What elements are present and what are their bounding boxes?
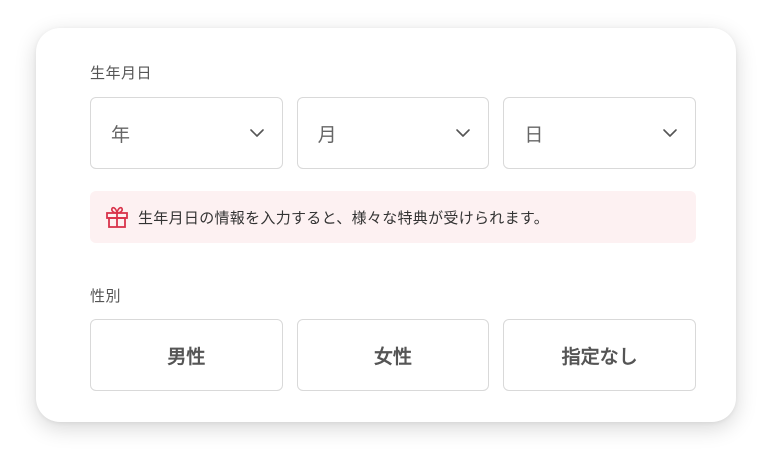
birthdate-label: 生年月日: [90, 64, 153, 82]
chevron-down-icon: [663, 129, 677, 137]
birthdate-benefit-notice: 生年月日の情報を入力すると、様々な特典が受けられます。: [90, 191, 696, 243]
year-select-value: 年: [111, 123, 131, 146]
chevron-down-icon: [456, 129, 471, 137]
gender-options: 男性 女性 指定なし: [90, 319, 697, 391]
gender-label: 性別: [90, 287, 122, 305]
year-select[interactable]: 年: [90, 97, 283, 169]
gender-male-button[interactable]: 男性: [90, 319, 283, 391]
birthdate-selects: 年 月 日: [90, 97, 697, 169]
gender-female-button[interactable]: 女性: [296, 319, 490, 391]
gift-icon: [106, 206, 128, 228]
profile-form-card: 生年月日 年 月 日 生年月日の情報を入力すると、様々な特典が受けられます。 性…: [36, 28, 736, 422]
month-select[interactable]: 月: [296, 97, 490, 169]
gender-unspecified-button[interactable]: 指定なし: [503, 319, 697, 391]
notice-text: 生年月日の情報を入力すると、様々な特典が受けられます。: [138, 208, 550, 227]
month-select-value: 月: [317, 123, 337, 146]
day-select[interactable]: 日: [503, 97, 697, 169]
chevron-down-icon: [249, 129, 264, 137]
day-select-value: 日: [524, 123, 544, 146]
